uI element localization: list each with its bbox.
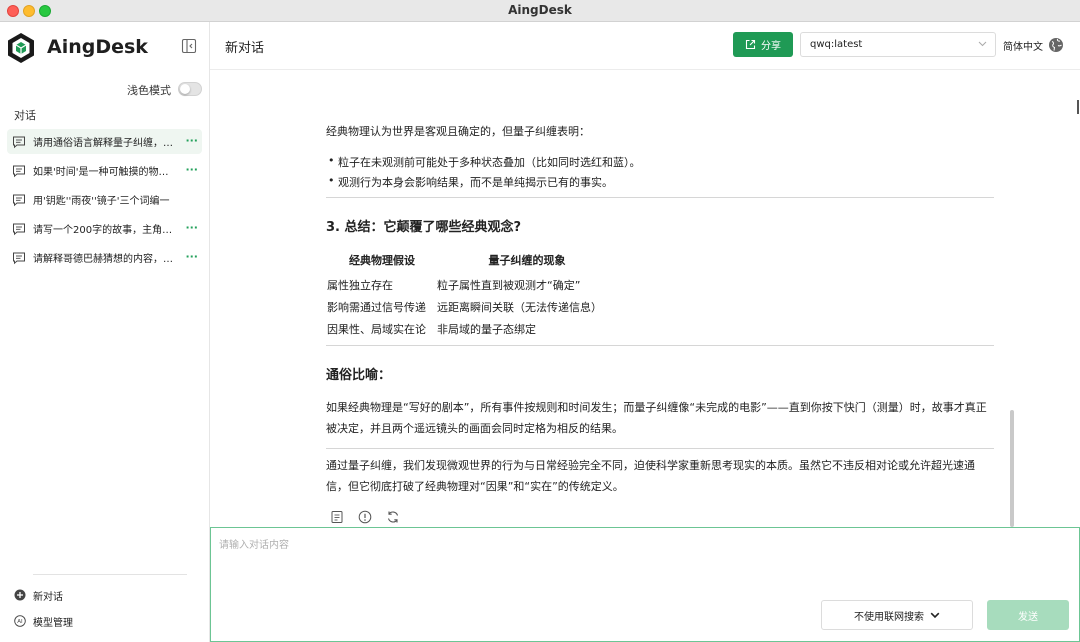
- model-select-value: qwq:latest: [810, 39, 863, 50]
- plus-circle-icon: [14, 589, 26, 601]
- table-row: 因果性、局域实在论 非局域的量子态绑定: [327, 318, 617, 340]
- share-icon: [745, 39, 756, 50]
- section-divider: [326, 345, 994, 346]
- chat-bubble-icon: [13, 223, 25, 235]
- conversation-item[interactable]: 请写一个200字的故事，主角… ···: [7, 216, 202, 241]
- model-manage-button[interactable]: AI 模型管理: [14, 613, 73, 629]
- table-row: 属性独立存在 粒子属性直到被观测才“确定”: [327, 274, 617, 296]
- bullet-item: 观测行为本身会影响结果，而不是单纯揭示已有的事实。: [326, 174, 641, 190]
- conversation-more-button[interactable]: ···: [185, 134, 198, 147]
- section-divider: [326, 197, 994, 198]
- svg-text:AI: AI: [17, 619, 23, 625]
- theme-toggle-knob: [180, 84, 190, 94]
- conversation-list: 请用通俗语言解释量子纠缠，… ··· 如果'时间'是一种可触摸的物… ··· 用…: [7, 129, 202, 274]
- conversation-more-button[interactable]: ···: [185, 250, 198, 263]
- sidebar-collapse-icon[interactable]: [181, 38, 197, 54]
- chat-input[interactable]: [211, 528, 1079, 590]
- aingdesk-logo-icon: [8, 33, 34, 63]
- table-cell: 属性独立存在: [327, 279, 393, 292]
- language-selector[interactable]: 简体中文: [1003, 38, 1043, 53]
- chevron-down-icon: [930, 612, 940, 618]
- table-header-row: 经典物理假设 量子纠缠的现象: [327, 252, 617, 274]
- message-bullets: 粒子在未观测前可能处于多种状态叠加（比如同时选红和蓝）。 观测行为本身会影响结果…: [326, 154, 641, 194]
- window-title: AingDesk: [508, 3, 572, 17]
- analogy-paragraph: 如果经典物理是“写好的剧本”，所有事件按规则和时间发生；而量子纠缠像“未完成的电…: [326, 401, 987, 435]
- web-search-dropdown[interactable]: 不使用联网搜索: [821, 600, 973, 630]
- conversation-item[interactable]: 请用通俗语言解释量子纠缠，… ···: [7, 129, 202, 154]
- theme-mode-label: 浅色模式: [127, 84, 171, 97]
- table-row: 影响需通过信号传递 远距离瞬间关联（无法传递信息）: [327, 296, 617, 318]
- chat-input-area: 不使用联网搜索 发送: [210, 527, 1080, 642]
- conversation-title: 请用通俗语言解释量子纠缠，…: [33, 138, 173, 149]
- message-actions: [330, 510, 414, 524]
- table-header-cell: 经典物理假设: [349, 254, 415, 267]
- copy-document-icon[interactable]: [330, 510, 344, 524]
- conversations-section-label: 对话: [14, 109, 36, 122]
- bullet-item: 粒子在未观测前可能处于多种状态叠加（比如同时选红和蓝）。: [326, 154, 641, 170]
- table-cell: 影响需通过信号传递: [327, 301, 426, 314]
- brand-name: AingDesk: [47, 36, 148, 58]
- section-heading: 通俗比喻：: [326, 368, 392, 383]
- info-icon[interactable]: [358, 510, 372, 524]
- share-button[interactable]: 分享: [733, 32, 793, 57]
- conversation-title: 请解释哥德巴赫猜想的内容，…: [33, 254, 173, 265]
- section-heading: 3. 总结：它颠覆了哪些经典观念?: [326, 220, 522, 235]
- conversation-title: 如果'时间'是一种可触摸的物…: [33, 167, 169, 178]
- send-button[interactable]: 发送: [987, 600, 1069, 630]
- conversation-more-button[interactable]: ···: [185, 163, 198, 176]
- table-cell: 因果性、局域实在论: [327, 323, 426, 336]
- chat-messages: 经典物理认为世界是客观且确定的，但量子纠缠表明： 粒子在未观测前可能处于多种状态…: [210, 70, 1080, 527]
- table-cell: 粒子属性直到被观测才“确定”: [437, 279, 581, 292]
- web-search-label: 不使用联网搜索: [854, 611, 924, 623]
- new-chat-button[interactable]: 新对话: [14, 587, 63, 603]
- model-select[interactable]: qwq:latest: [800, 32, 996, 57]
- chat-bubble-icon: [13, 165, 25, 177]
- globe-icon[interactable]: [1048, 37, 1064, 53]
- comparison-table: 经典物理假设 量子纠缠的现象 属性独立存在 粒子属性直到被观测才“确定” 影响需…: [327, 252, 617, 340]
- new-chat-label: 新对话: [33, 591, 63, 603]
- conversation-item[interactable]: 请解释哥德巴赫猜想的内容，… ···: [7, 245, 202, 270]
- regenerate-icon[interactable]: [386, 510, 400, 524]
- ai-model-icon: AI: [14, 615, 26, 627]
- chat-bubble-icon: [13, 252, 25, 264]
- chat-header: 新对话 分享 qwq:latest 简体中文: [210, 22, 1080, 70]
- chevron-down-icon: [978, 41, 987, 47]
- sidebar: AingDesk 浅色模式 对话 请用通俗语言解释量子纠缠，… ··· 如果'时…: [0, 22, 210, 642]
- sidebar-divider: [33, 574, 187, 575]
- message-intro: 经典物理认为世界是客观且确定的，但量子纠缠表明：: [326, 125, 590, 138]
- chat-bubble-icon: [13, 194, 25, 206]
- share-label: 分享: [761, 41, 781, 52]
- conversation-title: 用'钥匙''雨夜''镜子'三个词编一: [33, 196, 170, 207]
- page-title: 新对话: [225, 41, 265, 56]
- conversation-more-button[interactable]: ···: [185, 221, 198, 234]
- window-edge-marker: [1077, 100, 1079, 114]
- conversation-title: 请写一个200字的故事，主角…: [33, 225, 173, 236]
- table-cell: 非局域的量子态绑定: [437, 323, 536, 336]
- conversation-item[interactable]: 如果'时间'是一种可触摸的物… ···: [7, 158, 202, 183]
- chat-scrollbar[interactable]: [1010, 410, 1014, 527]
- chat-bubble-icon: [13, 136, 25, 148]
- conclusion-paragraph: 通过量子纠缠，我们发现微观世界的行为与日常经验完全不同，迫使科学家重新思考现实的…: [326, 459, 975, 493]
- theme-toggle[interactable]: [178, 82, 202, 96]
- section-divider: [326, 448, 994, 449]
- conversation-item[interactable]: 用'钥匙''雨夜''镜子'三个词编一: [7, 187, 202, 212]
- window-titlebar: AingDesk: [0, 0, 1080, 22]
- table-header-cell: 量子纠缠的现象: [488, 254, 566, 267]
- table-cell: 远距离瞬间关联（无法传递信息）: [437, 301, 602, 314]
- model-manage-label: 模型管理: [33, 617, 73, 629]
